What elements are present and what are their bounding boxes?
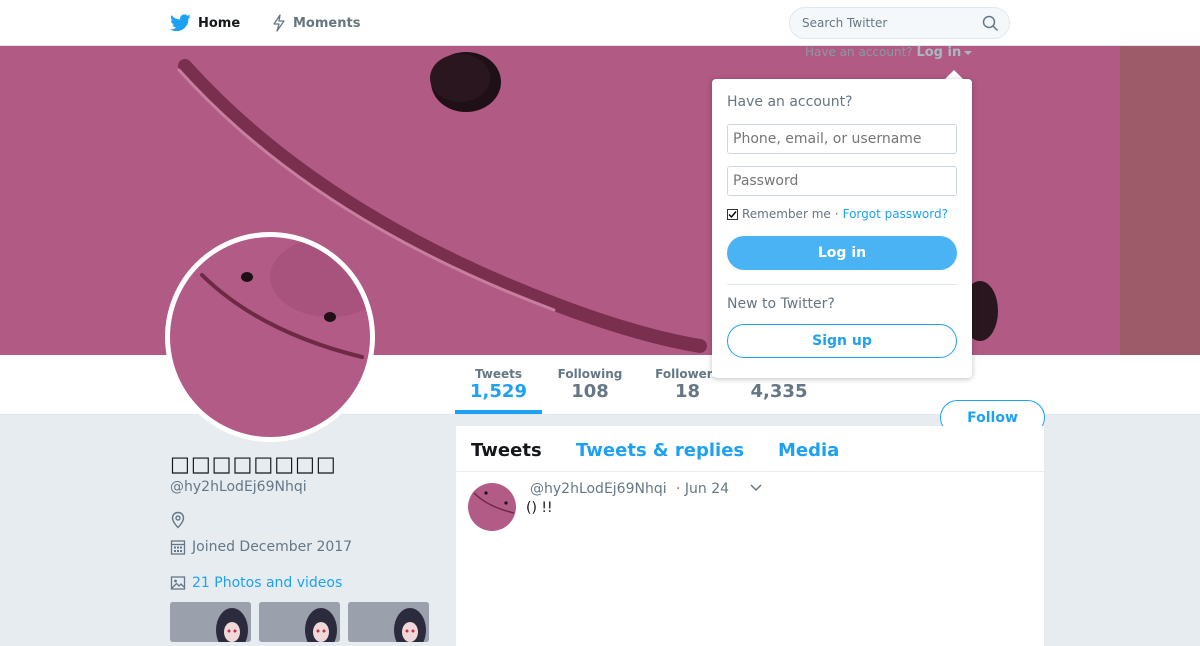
stat-tweets-label: Tweets — [474, 367, 523, 381]
calendar-icon — [170, 540, 186, 555]
stat-following[interactable]: Following 108 — [552, 367, 628, 403]
remember-checkbox[interactable] — [727, 208, 738, 220]
stat-likes-value: 4,335 — [750, 381, 808, 402]
profile-name: □□□□□□□□ — [170, 452, 337, 476]
stat-following-label: Following — [557, 367, 623, 381]
nav-home[interactable]: Home — [170, 0, 240, 46]
timeline: Tweets Tweets & replies Media @hy2hLodEj… — [456, 426, 1044, 646]
nav-home-label: Home — [198, 15, 241, 31]
profile-joined-text: Joined December 2017 — [192, 539, 353, 555]
stat-tweets[interactable]: Tweets 1,529 — [455, 367, 542, 403]
tab-tweets-and-replies[interactable]: Tweets & replies — [576, 440, 744, 461]
separator-dot: · — [834, 207, 839, 221]
caret-down-icon — [964, 51, 973, 55]
login-toggle[interactable]: Log in — [916, 45, 973, 60]
stat-tweets-value: 1,529 — [470, 381, 527, 402]
tabs-divider — [456, 471, 1044, 472]
profile-photos-text: 21 Photos and videos — [192, 575, 343, 591]
remember-label[interactable]: Remember me — [742, 207, 831, 221]
login-prompt: Have an account? Log in — [805, 45, 973, 60]
profile-joined: Joined December 2017 — [170, 538, 352, 556]
nav-moments-label: Moments — [293, 15, 361, 31]
tweet-text: () !! — [526, 500, 553, 516]
dropdown-divider — [727, 284, 957, 285]
profile-handle[interactable]: @hy2hLodEj69Nhqi — [170, 479, 307, 495]
thumbnail-image — [259, 602, 340, 642]
new-to-twitter-heading: New to Twitter? — [727, 296, 835, 312]
photo-thumbnail[interactable] — [259, 602, 340, 642]
login-heading: Have an account? — [727, 94, 853, 110]
remember-row: Remember me · Forgot password? — [727, 207, 948, 221]
forgot-password-link[interactable]: Forgot password? — [843, 207, 948, 221]
tab-media[interactable]: Media — [778, 440, 839, 461]
profile-avatar[interactable] — [165, 232, 375, 442]
tweet-avatar-image — [468, 483, 516, 531]
search-placeholder: Search Twitter — [802, 16, 888, 30]
twitter-bird-icon — [170, 14, 191, 32]
search-input[interactable]: Search Twitter — [789, 7, 1010, 39]
signup-button[interactable]: Sign up — [727, 324, 957, 358]
stat-active-underline — [455, 410, 542, 414]
login-prompt-text: Have an account? — [805, 45, 913, 59]
login-toggle-label: Log in — [916, 45, 962, 60]
stat-following-value: 108 — [571, 381, 609, 402]
login-button[interactable]: Log in — [727, 236, 957, 270]
search-icon[interactable] — [982, 15, 999, 32]
checkmark-icon — [728, 210, 737, 218]
lightning-icon — [273, 14, 285, 32]
nav-moments[interactable]: Moments — [272, 0, 360, 46]
tweet-avatar[interactable] — [468, 483, 516, 531]
profile-photos-link[interactable]: 21 Photos and videos — [170, 574, 342, 592]
tab-tweets[interactable]: Tweets — [471, 440, 542, 461]
thumbnail-image — [170, 602, 251, 642]
location-pin-icon — [171, 511, 185, 529]
password-input[interactable] — [727, 166, 957, 196]
thumbnail-image — [348, 602, 429, 642]
username-input[interactable] — [727, 124, 957, 154]
avatar-image — [170, 237, 370, 437]
tweet-handle[interactable]: @hy2hLodEj69Nhqi — [530, 481, 667, 497]
profile-location — [170, 511, 192, 529]
top-navigation: Home Moments Search Twitter — [0, 0, 1200, 46]
photo-thumbnail[interactable] — [170, 602, 251, 642]
stat-followers-value: 18 — [674, 381, 701, 402]
chevron-down-icon[interactable] — [750, 484, 762, 492]
image-icon — [170, 576, 186, 590]
login-dropdown: Have an account? Remember me · Forgot pa… — [712, 79, 972, 378]
tweet-date[interactable]: · Jun 24 — [676, 481, 729, 497]
photo-thumbnail[interactable] — [348, 602, 429, 642]
